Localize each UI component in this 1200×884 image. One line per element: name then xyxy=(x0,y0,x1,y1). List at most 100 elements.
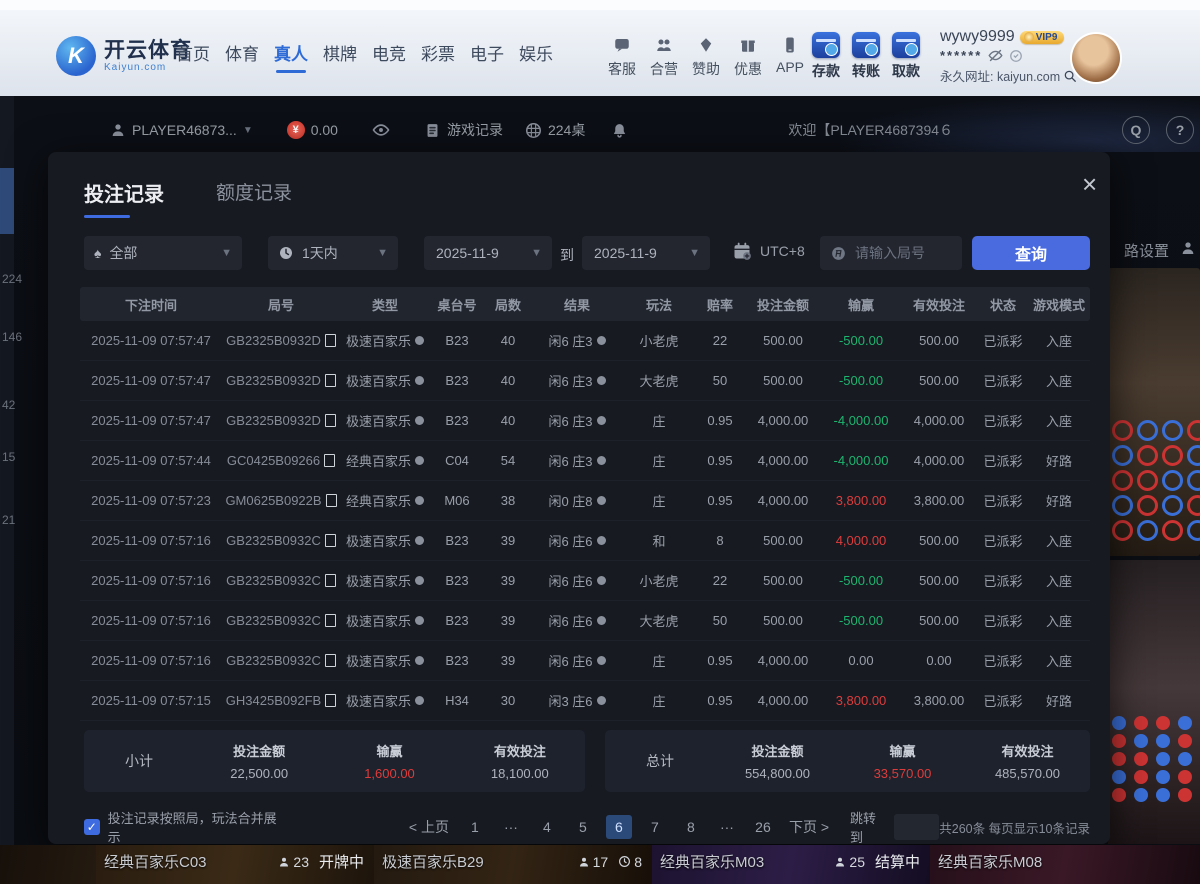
live-table-thumb-0[interactable]: 经典百家乐C0323开牌中 xyxy=(96,845,374,884)
cell-result: 闲6 庄3 xyxy=(532,411,622,430)
cell-winloss: -500.00 xyxy=(822,573,900,588)
tables-count[interactable]: 224桌 xyxy=(525,120,585,140)
balance[interactable]: ¥ 0.00 xyxy=(287,121,338,139)
category-select[interactable]: ♠ 全部▼ xyxy=(84,236,242,270)
timezone-control[interactable]: UTC+8 xyxy=(732,241,805,261)
cell-table: B23 xyxy=(430,613,484,628)
date-to-picker[interactable]: 2025-11-9▼ xyxy=(582,236,710,270)
bell-icon[interactable] xyxy=(611,122,628,139)
copy-icon[interactable] xyxy=(325,574,336,587)
page-ellipsis[interactable]: ··· xyxy=(714,815,740,839)
date-from-picker[interactable]: 2025-11-9▼ xyxy=(424,236,552,270)
wallet-action-2[interactable]: 取款 xyxy=(892,32,920,81)
page-8[interactable]: 8 xyxy=(678,815,704,839)
page-7[interactable]: 7 xyxy=(642,815,668,839)
copy-icon[interactable] xyxy=(325,334,336,347)
page-6[interactable]: 6 xyxy=(606,815,632,839)
eye-icon[interactable] xyxy=(372,121,390,139)
page-26[interactable]: 26 xyxy=(750,815,776,839)
live-table-thumb-2[interactable]: 经典百家乐M0325结算中 xyxy=(652,845,930,884)
player-menu[interactable]: PLAYER46873... ▼ xyxy=(110,122,253,138)
cell-mode: 好路 xyxy=(1028,491,1090,510)
merge-checkbox[interactable]: ✓ xyxy=(84,819,100,835)
quick-link-1[interactable]: 合营 xyxy=(650,34,678,79)
copy-icon[interactable] xyxy=(325,374,336,387)
cell-result: 闲3 庄6 xyxy=(532,691,622,710)
quick-link-4[interactable]: APP xyxy=(776,34,804,79)
table-row[interactable]: 2025-11-09 07:57:15GH3425B092FB极速百家乐H343… xyxy=(80,681,1090,721)
nav-item-3[interactable]: 棋牌 xyxy=(323,40,357,73)
avatar[interactable] xyxy=(1072,34,1120,82)
nav-item-7[interactable]: 娱乐 xyxy=(519,40,553,73)
close-icon[interactable]: × xyxy=(1082,174,1097,194)
live-table-thumb-partial[interactable] xyxy=(0,845,96,884)
nav-item-4[interactable]: 电竞 xyxy=(372,40,406,73)
search-circle-icon[interactable]: Q xyxy=(1122,116,1150,144)
tab-bet-records[interactable]: 投注记录 xyxy=(84,178,164,207)
nav-item-2[interactable]: 真人 xyxy=(274,40,308,73)
cell-amount: 4,000.00 xyxy=(744,693,822,708)
live-table-thumb-1[interactable]: 极速百家乐B29178 xyxy=(374,845,652,884)
players-count: 23 xyxy=(278,854,309,870)
cell-status: 已派彩 xyxy=(978,331,1028,350)
table-row[interactable]: 2025-11-09 07:57:44GC0425B09266经典百家乐C045… xyxy=(80,441,1090,481)
page-ellipsis[interactable]: ··· xyxy=(498,815,524,839)
live-video-panel-top[interactable] xyxy=(1108,268,1200,556)
date-range-select[interactable]: 1天内▼ xyxy=(268,236,398,270)
nav-item-5[interactable]: 彩票 xyxy=(421,40,455,73)
cell-result: 闲6 庄6 xyxy=(532,571,622,590)
cell-count: 40 xyxy=(484,413,532,428)
road-ring xyxy=(1112,470,1133,491)
wallet-action-1[interactable]: 转账 xyxy=(852,32,880,81)
cell-type: 经典百家乐 xyxy=(340,491,430,510)
road-person-icon[interactable] xyxy=(1180,240,1196,256)
copy-icon[interactable] xyxy=(325,414,336,427)
jump-page-input[interactable] xyxy=(894,814,939,840)
table-row[interactable]: 2025-11-09 07:57:47GB2325B0932D极速百家乐B234… xyxy=(80,321,1090,361)
prev-page-button[interactable]: < 上页 xyxy=(406,815,452,839)
table-row[interactable]: 2025-11-09 07:57:16GB2325B0932C极速百家乐B233… xyxy=(80,561,1090,601)
copy-icon[interactable] xyxy=(325,534,336,547)
copy-icon[interactable] xyxy=(326,494,337,507)
copy-icon[interactable] xyxy=(324,454,335,467)
table-row[interactable]: 2025-11-09 07:57:47GB2325B0932D极速百家乐B234… xyxy=(80,401,1090,441)
table-row[interactable]: 2025-11-09 07:57:23GM0625B0922B经典百家乐M063… xyxy=(80,481,1090,521)
cell-amount: 500.00 xyxy=(744,573,822,588)
table-row[interactable]: 2025-11-09 07:57:16GB2325B0932C极速百家乐B233… xyxy=(80,641,1090,681)
road-dot xyxy=(1178,716,1192,730)
copy-icon[interactable] xyxy=(325,614,336,627)
copy-icon[interactable] xyxy=(325,654,336,667)
col-header-1: 局号 xyxy=(222,295,340,314)
cell-type: 极速百家乐 xyxy=(340,411,430,430)
nav-item-0[interactable]: 首页 xyxy=(176,40,210,73)
tab-quota-records[interactable]: 额度记录 xyxy=(216,178,292,218)
nav-item-6[interactable]: 电子 xyxy=(470,40,504,73)
table-row[interactable]: 2025-11-09 07:57:16GB2325B0932C极速百家乐B233… xyxy=(80,521,1090,561)
live-video-panel-bottom[interactable] xyxy=(1108,560,1200,844)
table-row[interactable]: 2025-11-09 07:57:16GB2325B0932C极速百家乐B233… xyxy=(80,601,1090,641)
page-1[interactable]: 1 xyxy=(462,815,488,839)
search-button[interactable]: 查询 xyxy=(972,236,1090,270)
page-4[interactable]: 4 xyxy=(534,815,560,839)
quick-link-0[interactable]: 客服 xyxy=(608,34,636,79)
quick-link-3[interactable]: 优惠 xyxy=(734,34,762,79)
live-table-thumb-3[interactable]: 经典百家乐M08 xyxy=(930,845,1200,884)
page-5[interactable]: 5 xyxy=(570,815,596,839)
left-rail-active-item[interactable] xyxy=(0,168,14,234)
road-settings-label[interactable]: 路设置 xyxy=(1124,240,1169,261)
nav-item-1[interactable]: 体育 xyxy=(225,40,259,73)
copy-icon[interactable] xyxy=(325,694,336,707)
site-logo[interactable]: K 开云体育 Kaiyun.com xyxy=(56,36,192,76)
wallet-action-0[interactable]: 存款 xyxy=(812,32,840,81)
game-record-link[interactable]: 游戏记录 xyxy=(424,120,503,140)
cell-status: 已派彩 xyxy=(978,411,1028,430)
quick-link-2[interactable]: 赞助 xyxy=(692,34,720,79)
sidebar-count: 224 xyxy=(2,272,22,286)
round-number-input[interactable]: 请输入局号 xyxy=(820,236,962,270)
eye-slash-icon[interactable] xyxy=(988,48,1003,63)
help-icon[interactable]: ? xyxy=(1166,116,1194,144)
refresh-icon[interactable] xyxy=(1009,49,1023,63)
table-row[interactable]: 2025-11-09 07:57:47GB2325B0932D极速百家乐B234… xyxy=(80,361,1090,401)
next-page-button[interactable]: 下页 > xyxy=(786,815,832,839)
road-ring xyxy=(1187,520,1200,541)
